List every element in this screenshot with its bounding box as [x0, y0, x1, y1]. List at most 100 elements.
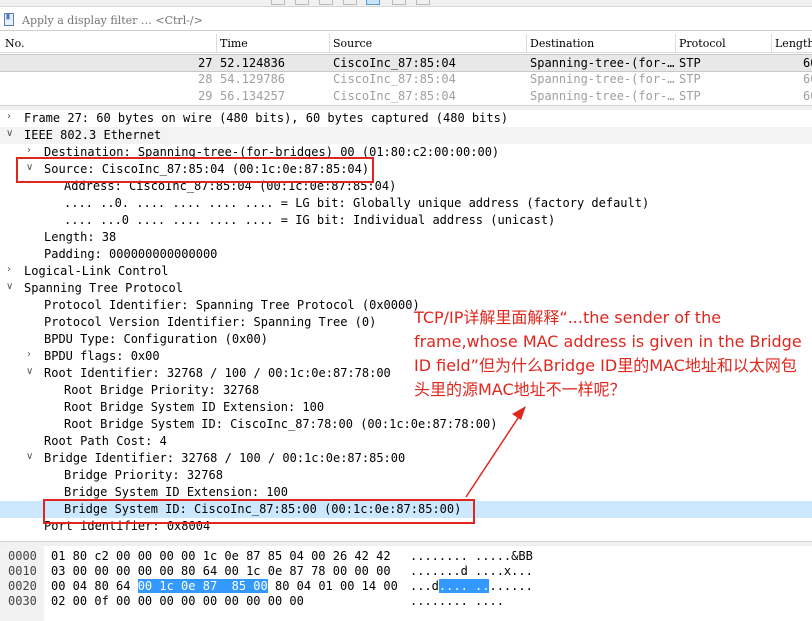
chevron-right-icon[interactable]: ›: [27, 349, 31, 360]
chevron-down-icon[interactable]: ∨: [26, 451, 33, 462]
toolbar-button[interactable]: [295, 0, 309, 5]
tree-item-label: Root Bridge System ID Extension: 100: [64, 400, 325, 414]
packet-length: 60: [803, 89, 812, 103]
toolbar-button[interactable]: [343, 0, 357, 5]
column-header-no[interactable]: No.: [5, 37, 25, 50]
chevron-down-icon[interactable]: ∨: [6, 281, 13, 292]
tree-item-eth-padding[interactable]: Padding: 000000000000000: [0, 246, 812, 263]
tree-item-label: Length: 38: [44, 230, 117, 244]
bytes-row[interactable]: 0000 01 80 c2 00 00 00 00 1c 0e 87 85 04…: [0, 548, 812, 564]
tree-item-label: Spanning Tree Protocol: [24, 281, 183, 295]
toolbar-button[interactable]: [319, 0, 333, 5]
display-filter-input[interactable]: [22, 11, 782, 29]
tree-item-label: BPDU flags: 0x00: [44, 349, 160, 363]
packet-length: 60: [803, 56, 812, 70]
tree-item-label: Bridge Priority: 32768: [64, 468, 223, 482]
tree-item-label: IEEE 802.3 Ethernet: [24, 128, 162, 142]
packet-no: 28: [198, 72, 213, 86]
column-header-source[interactable]: Source: [333, 37, 372, 50]
tree-item-llc[interactable]: › Logical-Link Control: [0, 263, 812, 280]
tree-item-bridge-identifier[interactable]: ∨ Bridge Identifier: 32768 / 100 / 00:1c…: [0, 450, 812, 467]
tree-item-label: Bridge Identifier: 32768 / 100 / 00:1c:0…: [44, 451, 406, 465]
tree-item-bridge-priority[interactable]: Bridge Priority: 32768: [0, 467, 812, 484]
bytes-row[interactable]: 0010 03 00 00 00 00 00 80 64 00 1c 0e 87…: [0, 563, 812, 579]
packet-destination: Spanning-tree-(for-…: [530, 56, 675, 70]
chevron-right-icon[interactable]: ›: [7, 111, 11, 122]
packet-destination: Spanning-tree-(for-…: [530, 72, 675, 86]
packet-protocol: STP: [679, 72, 701, 86]
tree-item-label: Protocol Version Identifier: Spanning Tr…: [44, 315, 377, 329]
packet-source: CiscoInc_87:85:04: [333, 72, 456, 86]
tree-item-label: Root Bridge Priority: 32768: [64, 383, 260, 397]
packet-row[interactable]: 28 54.129786 CiscoInc_87:85:04 Spanning-…: [0, 71, 812, 87]
tree-item-label: Root Path Cost: 4: [44, 434, 167, 448]
tree-item-label: .... ..0. .... .... .... .... = LG bit: …: [64, 196, 650, 210]
packet-source: CiscoInc_87:85:04: [333, 56, 456, 70]
toolbar-button[interactable]: [416, 0, 430, 5]
bytes-hex: 01 80 c2 00 00 00 00 1c 0e 87 85 04 00 2…: [51, 549, 391, 563]
tree-item-frame[interactable]: › Frame 27: 60 bytes on wire (480 bits),…: [0, 110, 812, 127]
tree-item-stp[interactable]: ∨ Spanning Tree Protocol: [0, 280, 812, 297]
packet-list-header: No. Time Source Destination Protocol Len…: [0, 34, 812, 53]
bytes-row[interactable]: 0020 00 04 80 64 00 1c 0e 87 85 00 80 04…: [0, 578, 812, 594]
bytes-ascii: ...d: [410, 579, 439, 593]
bytes-ascii: ........ .....&BB: [410, 549, 533, 563]
packet-no: 29: [198, 89, 213, 103]
packet-protocol: STP: [679, 89, 701, 103]
toolbar-button-active[interactable]: [366, 0, 380, 5]
packet-no: 27: [198, 56, 213, 70]
column-header-time[interactable]: Time: [220, 37, 248, 50]
toolbar-button[interactable]: [271, 0, 285, 5]
bytes-hex: 80 04 01 00 14 00: [267, 579, 398, 593]
column-header-protocol[interactable]: Protocol: [679, 37, 726, 50]
display-filter-bar: [0, 10, 812, 31]
chevron-down-icon[interactable]: ∨: [26, 366, 33, 377]
tree-item-eth-length[interactable]: Length: 38: [0, 229, 812, 246]
bytes-ascii: ........ ....: [410, 594, 504, 608]
packet-time: 56.134257: [220, 89, 286, 103]
chevron-right-icon[interactable]: ›: [27, 145, 31, 156]
bytes-hex-highlight: 00 1c 0e 87 85 00: [137, 579, 268, 593]
chevron-down-icon[interactable]: ∨: [6, 128, 13, 139]
tree-item-label: Root Identifier: 32768 / 100 / 00:1c:0e:…: [44, 366, 391, 380]
tree-item-label: BPDU Type: Configuration (0x00): [44, 332, 268, 346]
bytes-ascii: ......: [489, 579, 533, 593]
packet-row[interactable]: 29 56.134257 CiscoInc_87:85:04 Spanning-…: [0, 88, 812, 104]
tree-item-ig-bit[interactable]: .... ...0 .... .... .... .... = IG bit: …: [0, 212, 812, 229]
packet-length: 60: [803, 72, 812, 86]
bytes-offset: 0010: [8, 564, 37, 578]
packet-time: 52.124836: [220, 56, 286, 70]
tree-item-label: .... ...0 .... .... .... .... = IG bit: …: [64, 213, 556, 227]
tree-item-label: Padding: 000000000000000: [44, 247, 218, 261]
bridge-sysid-highlight-box: [43, 499, 475, 524]
bytes-offset: 0000: [8, 549, 37, 563]
source-highlight-box: [16, 157, 374, 183]
question-annotation: TCP/IP详解里面解释“...the sender of the frame,…: [414, 308, 802, 399]
packet-destination: Spanning-tree-(for-…: [530, 89, 675, 103]
tree-item-root-sysid[interactable]: Root Bridge System ID: CiscoInc_87:78:00…: [0, 416, 812, 433]
tree-item-label: Logical-Link Control: [24, 264, 169, 278]
tree-item-label: Frame 27: 60 bytes on wire (480 bits), 6…: [24, 111, 509, 125]
tree-item-root-path-cost[interactable]: Root Path Cost: 4: [0, 433, 812, 450]
bytes-row[interactable]: 0030 02 00 0f 00 00 00 00 00 00 00 00 00…: [0, 593, 812, 609]
packet-list: No. Time Source Destination Protocol Len…: [0, 34, 812, 106]
column-header-destination[interactable]: Destination: [530, 37, 594, 50]
bytes-hex: 02 00 0f 00 00 00 00 00 00 00 00 00: [51, 594, 304, 608]
bytes-ascii-highlight: .... ..: [438, 579, 490, 593]
bytes-hex: 00 04 80 64: [51, 579, 138, 593]
packet-row-selected[interactable]: 27 52.124836 CiscoInc_87:85:04 Spanning-…: [0, 54, 812, 72]
column-header-length[interactable]: Length: [775, 37, 812, 50]
tree-item-label: Root Bridge System ID: CiscoInc_87:78:00…: [64, 417, 498, 431]
packet-bytes-pane: 0000 01 80 c2 00 00 00 00 1c 0e 87 85 04…: [0, 546, 812, 621]
toolbar-button[interactable]: [392, 0, 406, 5]
tree-item-ethernet[interactable]: ∨ IEEE 802.3 Ethernet: [0, 127, 812, 144]
bytes-hex: 03 00 00 00 00 00 80 64 00 1c 0e 87 78 0…: [51, 564, 391, 578]
chevron-right-icon[interactable]: ›: [7, 264, 11, 275]
tree-item-label: Bridge System ID Extension: 100: [64, 485, 288, 499]
tree-item-lg-bit[interactable]: .... ..0. .... .... .... .... = LG bit: …: [0, 195, 812, 212]
tree-item-label: Protocol Identifier: Spanning Tree Proto…: [44, 298, 420, 312]
main-toolbar: [0, 0, 812, 7]
packet-source: CiscoInc_87:85:04: [333, 89, 456, 103]
bookmark-filter-icon[interactable]: [4, 13, 14, 26]
bytes-offset: 0030: [8, 594, 37, 608]
